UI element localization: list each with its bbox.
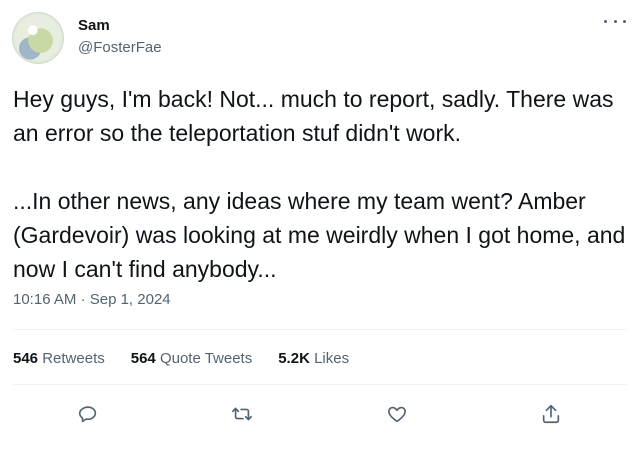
likes-label: Likes <box>314 350 350 367</box>
like-icon <box>388 406 406 423</box>
retweet-button[interactable] <box>226 398 258 430</box>
retweet-icon <box>232 407 252 421</box>
like-button[interactable] <box>381 398 413 430</box>
quote-tweets-label: Quote Tweets <box>159 350 253 367</box>
retweets-stat[interactable]: 546 Retweets <box>13 350 105 367</box>
avatar[interactable] <box>12 12 64 64</box>
more-dot <box>613 19 617 23</box>
tweet-time[interactable]: 10:16 AM <box>13 291 76 308</box>
divider <box>13 384 627 385</box>
tweet-paragraph: Hey guys, I'm back! Not... much to repor… <box>13 86 614 146</box>
user-handle[interactable]: @FosterFae <box>78 38 162 58</box>
more-dot <box>604 19 607 23</box>
tweet-paragraph: ...In other news, any ideas where my tea… <box>13 188 626 282</box>
engagement-stats: 546 Retweets 564 Quote Tweets 5.2K Likes <box>13 350 349 367</box>
reply-icon <box>78 406 97 423</box>
likes-stat[interactable]: 5.2K Likes <box>278 350 349 367</box>
action-bar <box>0 398 640 430</box>
quote-tweets-count: 564 <box>130 350 156 367</box>
retweets-count: 546 <box>13 350 39 367</box>
more-dot <box>623 19 626 23</box>
tweet-meta: 10:16 AM · Sep 1, 2024 <box>13 291 171 308</box>
author-block: Sam @FosterFae <box>78 16 162 58</box>
retweets-label: Retweets <box>42 350 105 367</box>
tweet-date[interactable]: Sep 1, 2024 <box>90 291 171 308</box>
likes-count: 5.2K <box>278 350 310 367</box>
quote-tweets-stat[interactable]: 564 Quote Tweets <box>131 350 252 367</box>
more-options-icon[interactable] <box>604 14 626 28</box>
share-icon <box>542 404 560 424</box>
share-button[interactable] <box>535 398 567 430</box>
reply-button[interactable] <box>72 398 104 430</box>
meta-separator: · <box>80 291 86 308</box>
display-name[interactable]: Sam <box>78 16 162 36</box>
divider <box>13 329 627 330</box>
tweet-text: Hey guys, I'm back! Not... much to repor… <box>13 82 628 286</box>
